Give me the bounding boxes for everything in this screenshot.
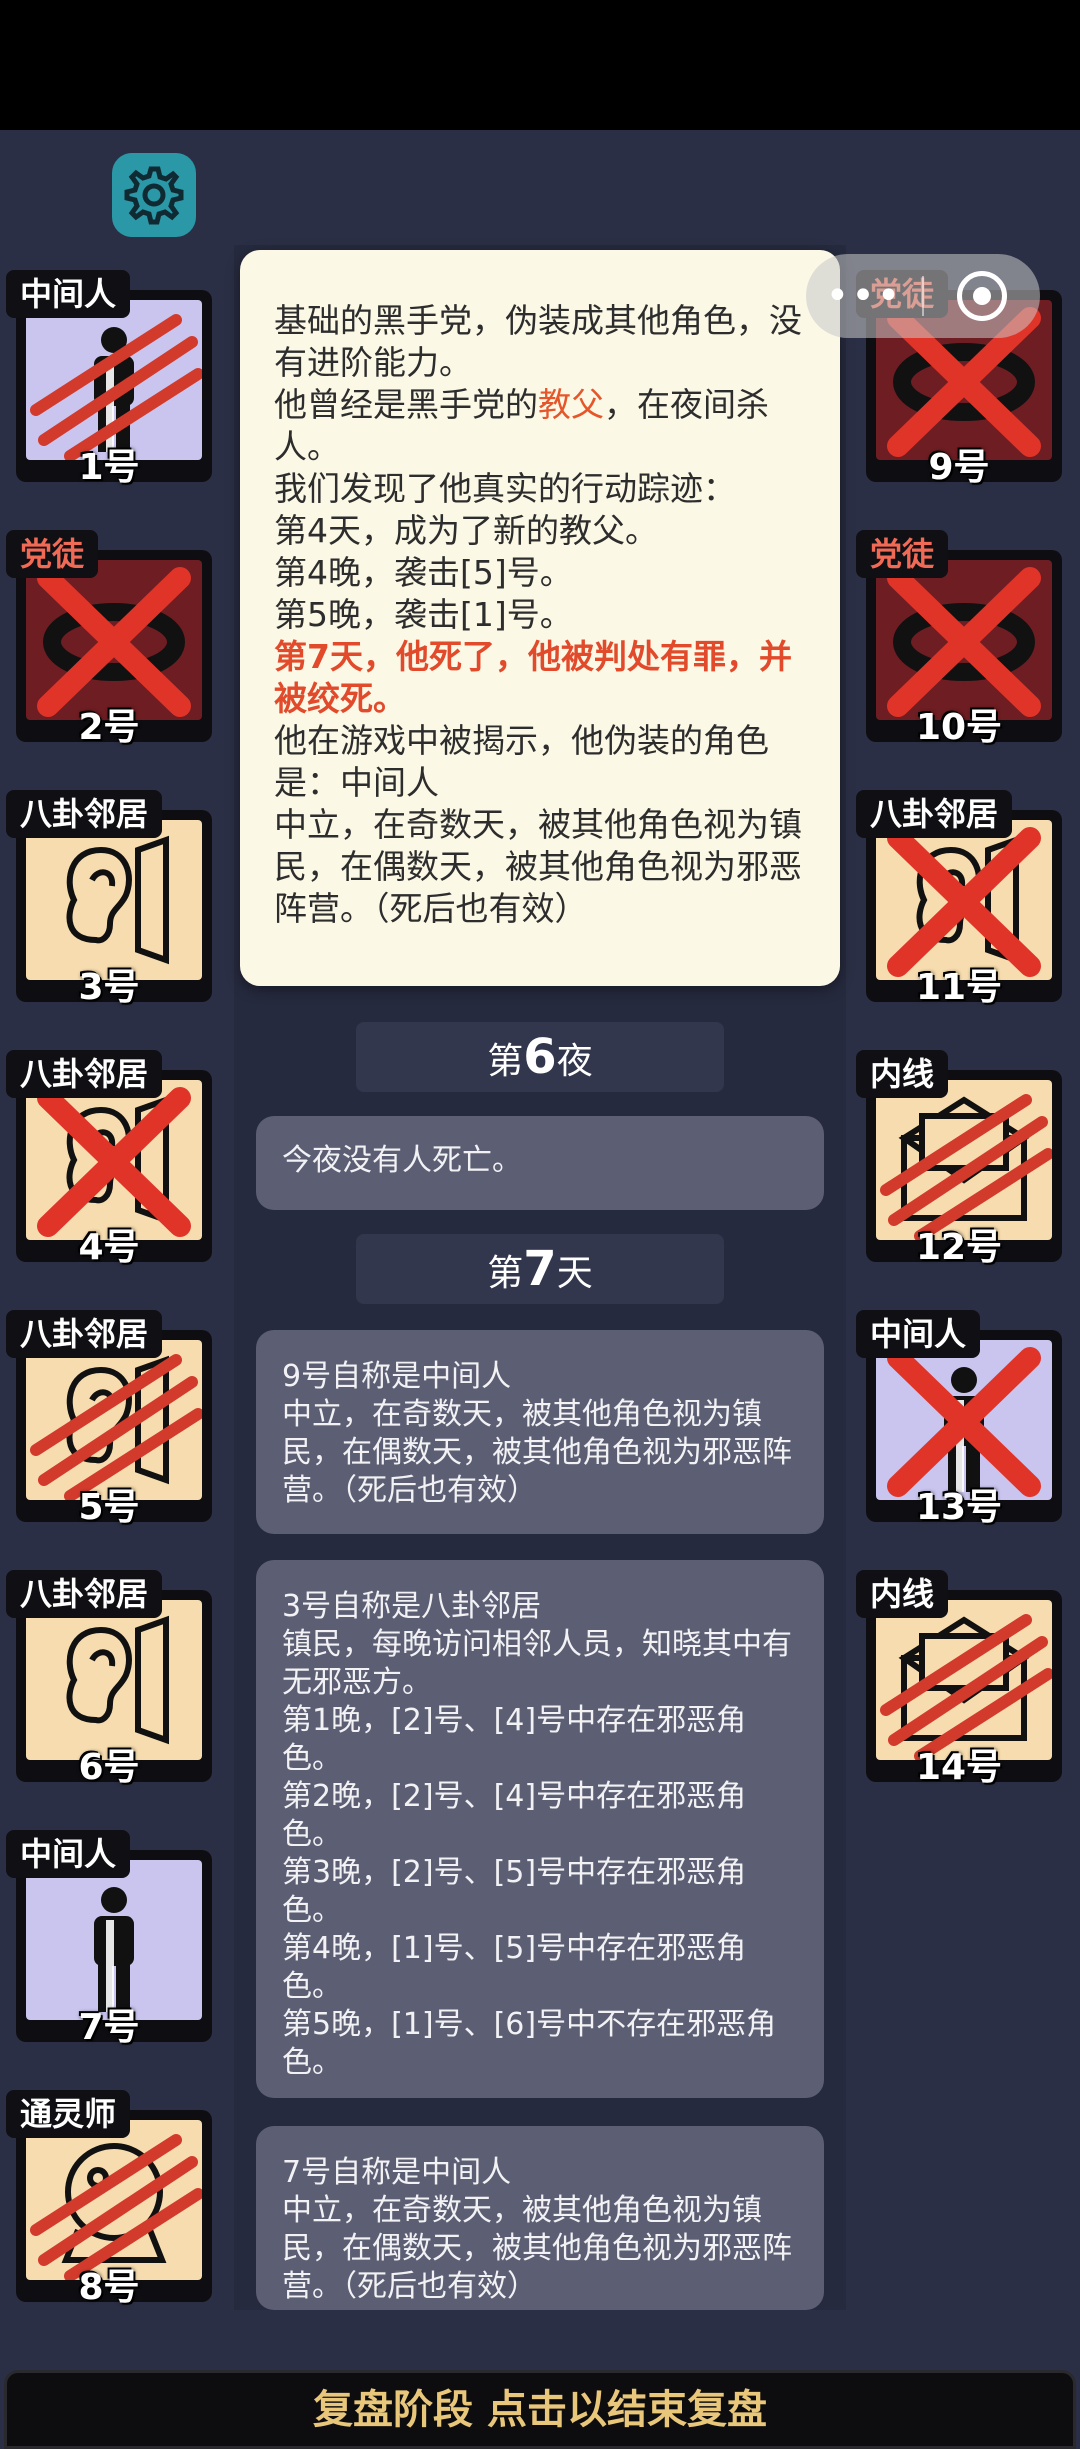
player-number: 2号 bbox=[78, 707, 140, 748]
player-card[interactable]: 八卦邻居 6号 bbox=[6, 1570, 212, 1788]
role-label: 八卦邻居 bbox=[856, 790, 1013, 838]
popup-text: 我们发现了他真实的行动踪迹： bbox=[274, 469, 736, 508]
death-text: 第7天，他死了，他被判处有罪，并被绞死。 bbox=[274, 637, 792, 718]
player-number: 9号 bbox=[928, 447, 990, 488]
player-card[interactable]: 内线 14号 bbox=[856, 1570, 1062, 1788]
ear-icon bbox=[26, 1600, 202, 1760]
player-card[interactable]: 通灵师 8号 bbox=[6, 2090, 212, 2308]
more-dots-icon[interactable]: ••• bbox=[806, 254, 922, 338]
player-number: 13号 bbox=[915, 1487, 1003, 1528]
player-card[interactable]: 党徒 2号 bbox=[6, 530, 212, 748]
role-label: 中间人 bbox=[856, 1310, 981, 1358]
player-number: 7号 bbox=[78, 2007, 140, 2048]
player-number: 3号 bbox=[78, 967, 140, 1008]
role-label: 党徒 bbox=[6, 530, 99, 578]
player-card[interactable]: 中间人 1号 bbox=[6, 270, 212, 488]
role-label: 内线 bbox=[856, 1570, 949, 1618]
player-number: 12号 bbox=[915, 1227, 1003, 1268]
mini-program-capsule: ••• bbox=[806, 254, 1040, 338]
player-card[interactable]: 内线 12号 bbox=[856, 1050, 1062, 1268]
player-card[interactable]: 八卦邻居 5号 bbox=[6, 1310, 212, 1528]
popup-text: 他曾经是黑手党的教父，在夜间杀人。 bbox=[274, 385, 769, 466]
player-number: 1号 bbox=[78, 447, 140, 488]
player-number: 14号 bbox=[915, 1747, 1003, 1788]
popup-text: 第4晚，袭击[5]号。 bbox=[274, 553, 573, 592]
role-label: 内线 bbox=[856, 1050, 949, 1098]
popup-text: 他在游戏中被揭示，他伪装的角色是：中间人 bbox=[274, 721, 769, 802]
log-message: 今夜没有人死亡。 bbox=[256, 1116, 824, 1210]
crystal-ball-icon bbox=[26, 2120, 202, 2280]
log-message: 3号自称是八卦邻居 镇民，每晚访问相邻人员，知晓其中有无邪恶方。 第1晚，[2]… bbox=[256, 1560, 824, 2098]
player-number: 4号 bbox=[78, 1227, 140, 1268]
role-label: 八卦邻居 bbox=[6, 790, 163, 838]
popup-text: 第5晚，袭击[1]号。 bbox=[274, 595, 573, 634]
player-card[interactable]: 党徒 10号 bbox=[856, 530, 1062, 748]
gear-icon[interactable] bbox=[112, 153, 196, 237]
ring-icon bbox=[876, 560, 1052, 720]
role-label: 通灵师 bbox=[6, 2090, 131, 2138]
role-label: 中间人 bbox=[6, 270, 131, 318]
player-card[interactable]: 八卦邻居 3号 bbox=[6, 790, 212, 1008]
player-card[interactable]: 八卦邻居 4号 bbox=[6, 1050, 212, 1268]
godfather-highlight: 教父 bbox=[538, 385, 604, 424]
log-message: 9号自称是中间人 中立，在奇数天，被其他角色视为镇民，在偶数天，被其他角色视为邪… bbox=[256, 1330, 824, 1534]
envelope-icon bbox=[876, 1080, 1052, 1240]
popup-text: 中立，在奇数天，被其他角色视为镇民，在偶数天，被其他角色视为邪恶阵营。（死后也有… bbox=[274, 805, 802, 928]
end-review-button[interactable]: 复盘阶段 点击以结束复盘 bbox=[4, 2370, 1076, 2449]
player-number: 11号 bbox=[915, 967, 1003, 1008]
player-number: 8号 bbox=[78, 2267, 140, 2308]
popup-text: 第4天，成为了新的教父。 bbox=[274, 511, 658, 550]
player-card[interactable]: 八卦邻居 11号 bbox=[856, 790, 1062, 1008]
ear-icon bbox=[26, 1080, 202, 1240]
role-label: 八卦邻居 bbox=[6, 1050, 163, 1098]
target-circle-icon[interactable] bbox=[924, 271, 1040, 321]
role-label: 八卦邻居 bbox=[6, 1310, 163, 1358]
player-number: 10号 bbox=[915, 707, 1003, 748]
popup-text: 基础的黑手党，伪装成其他角色，没有进阶能力。 bbox=[274, 301, 802, 382]
player-number: 6号 bbox=[78, 1747, 140, 1788]
role-label: 中间人 bbox=[6, 1830, 131, 1878]
role-label: 党徒 bbox=[856, 530, 949, 578]
player-card[interactable]: 中间人 7号 bbox=[6, 1830, 212, 2048]
ear-icon bbox=[876, 820, 1052, 980]
day-7-header: 第7天 bbox=[356, 1234, 724, 1304]
person-icon bbox=[26, 1860, 202, 2020]
role-label: 八卦邻居 bbox=[6, 1570, 163, 1618]
log-message: 7号自称是中间人 中立，在奇数天，被其他角色视为镇民，在偶数天，被其他角色视为邪… bbox=[256, 2126, 824, 2310]
ear-icon bbox=[26, 1340, 202, 1500]
ear-icon bbox=[26, 820, 202, 980]
person-icon bbox=[26, 300, 202, 460]
envelope-icon bbox=[876, 1600, 1052, 1760]
ring-icon bbox=[26, 560, 202, 720]
person-icon bbox=[876, 1340, 1052, 1500]
player-number: 5号 bbox=[78, 1487, 140, 1528]
night-6-header: 第6夜 bbox=[356, 1022, 724, 1092]
player-card[interactable]: 中间人 13号 bbox=[856, 1310, 1062, 1528]
role-reveal-popup[interactable]: 基础的黑手党，伪装成其他角色，没有进阶能力。 他曾经是黑手党的教父，在夜间杀人。… bbox=[240, 250, 840, 986]
